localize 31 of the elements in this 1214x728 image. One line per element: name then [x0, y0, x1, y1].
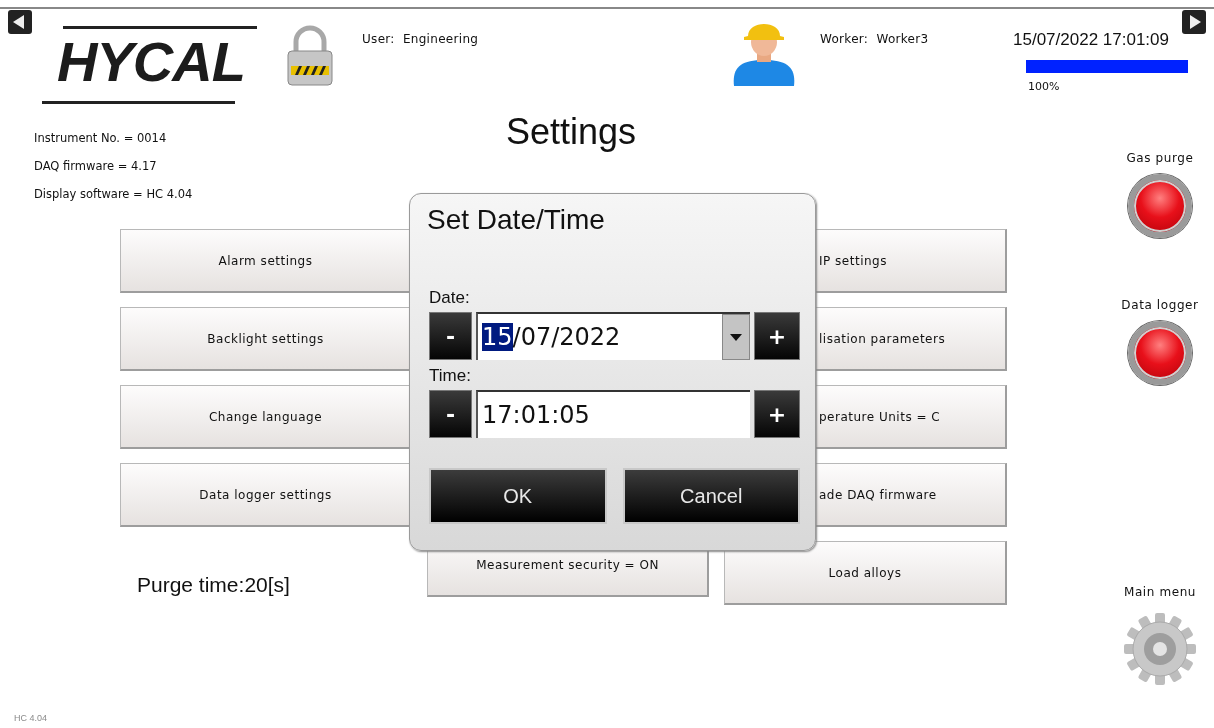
dialog-button[interactable]: Cancel — [622, 468, 800, 524]
settings-button[interactable]: Data logger settings — [120, 463, 412, 527]
info-text: DAQ firmware = 4.17 — [34, 159, 157, 173]
logo: HYCAL — [41, 24, 257, 104]
date-time: 15/07/2022 17:01:09 — [1013, 30, 1169, 50]
decrement-button[interactable]: - — [429, 390, 472, 438]
dialog-button[interactable]: OK — [429, 468, 607, 524]
settings-button[interactable]: Load alloys — [724, 541, 1007, 605]
settings-button[interactable]: Alarm settings — [120, 229, 412, 293]
info-text: Display software = HC 4.04 — [34, 187, 193, 201]
padlock-icon — [285, 24, 335, 86]
settings-button[interactable]: Change language — [120, 385, 412, 449]
settings-button[interactable]: Backlight settings — [120, 307, 412, 371]
increment-button[interactable]: + — [754, 390, 800, 438]
info-text: Instrument No. = 0014 — [34, 131, 167, 145]
version-text: HC 4.04 — [14, 713, 48, 723]
indicator-label: Data logger — [1121, 298, 1199, 312]
worker-label: Worker: Worker3 — [820, 32, 929, 46]
field-label: Time: — [429, 366, 471, 386]
progress-reading: 100% — [1028, 80, 1060, 93]
time-field[interactable]: 17:01:05 — [476, 390, 750, 438]
purge-time: Purge time:20[s] — [137, 573, 290, 597]
indicator-label: Main menu — [1123, 585, 1197, 599]
gear-icon[interactable] — [1122, 611, 1198, 687]
dialog-title: Set Date/Time — [427, 204, 605, 236]
indicator-label: Gas purge — [1126, 151, 1194, 165]
page-title: Settings — [505, 111, 637, 153]
user-label: User: Engineering — [362, 32, 479, 46]
decrement-button[interactable]: - — [429, 312, 472, 360]
field-label: Date: — [429, 288, 470, 308]
increment-button[interactable]: + — [754, 312, 800, 360]
